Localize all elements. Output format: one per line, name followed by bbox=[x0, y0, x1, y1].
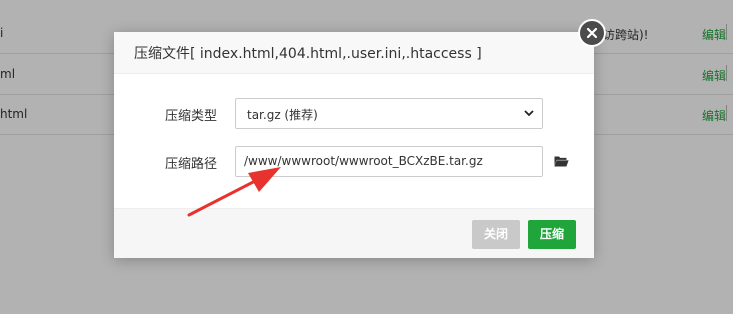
compress-type-select[interactable]: tar.gz (推荐) bbox=[235, 98, 543, 129]
close-x-glyph bbox=[586, 27, 598, 39]
annotation-arrow-icon bbox=[187, 167, 281, 217]
compress-button[interactable]: 压缩 bbox=[528, 220, 576, 249]
folder-open-icon[interactable] bbox=[554, 155, 569, 167]
compress-type-value: tar.gz (推荐) bbox=[247, 108, 318, 122]
close-button[interactable]: 关闭 bbox=[472, 220, 520, 249]
compress-dialog: 压缩文件[ index.html,404.html,.user.ini,.hta… bbox=[114, 32, 594, 258]
chevron-down-icon bbox=[524, 110, 534, 117]
dialog-title: 压缩文件[ index.html,404.html,.user.ini,.hta… bbox=[134, 46, 482, 62]
close-icon[interactable] bbox=[578, 19, 606, 47]
dialog-header: 压缩文件[ index.html,404.html,.user.ini,.hta… bbox=[114, 32, 594, 74]
compress-type-label: 压缩类型 bbox=[165, 109, 218, 124]
